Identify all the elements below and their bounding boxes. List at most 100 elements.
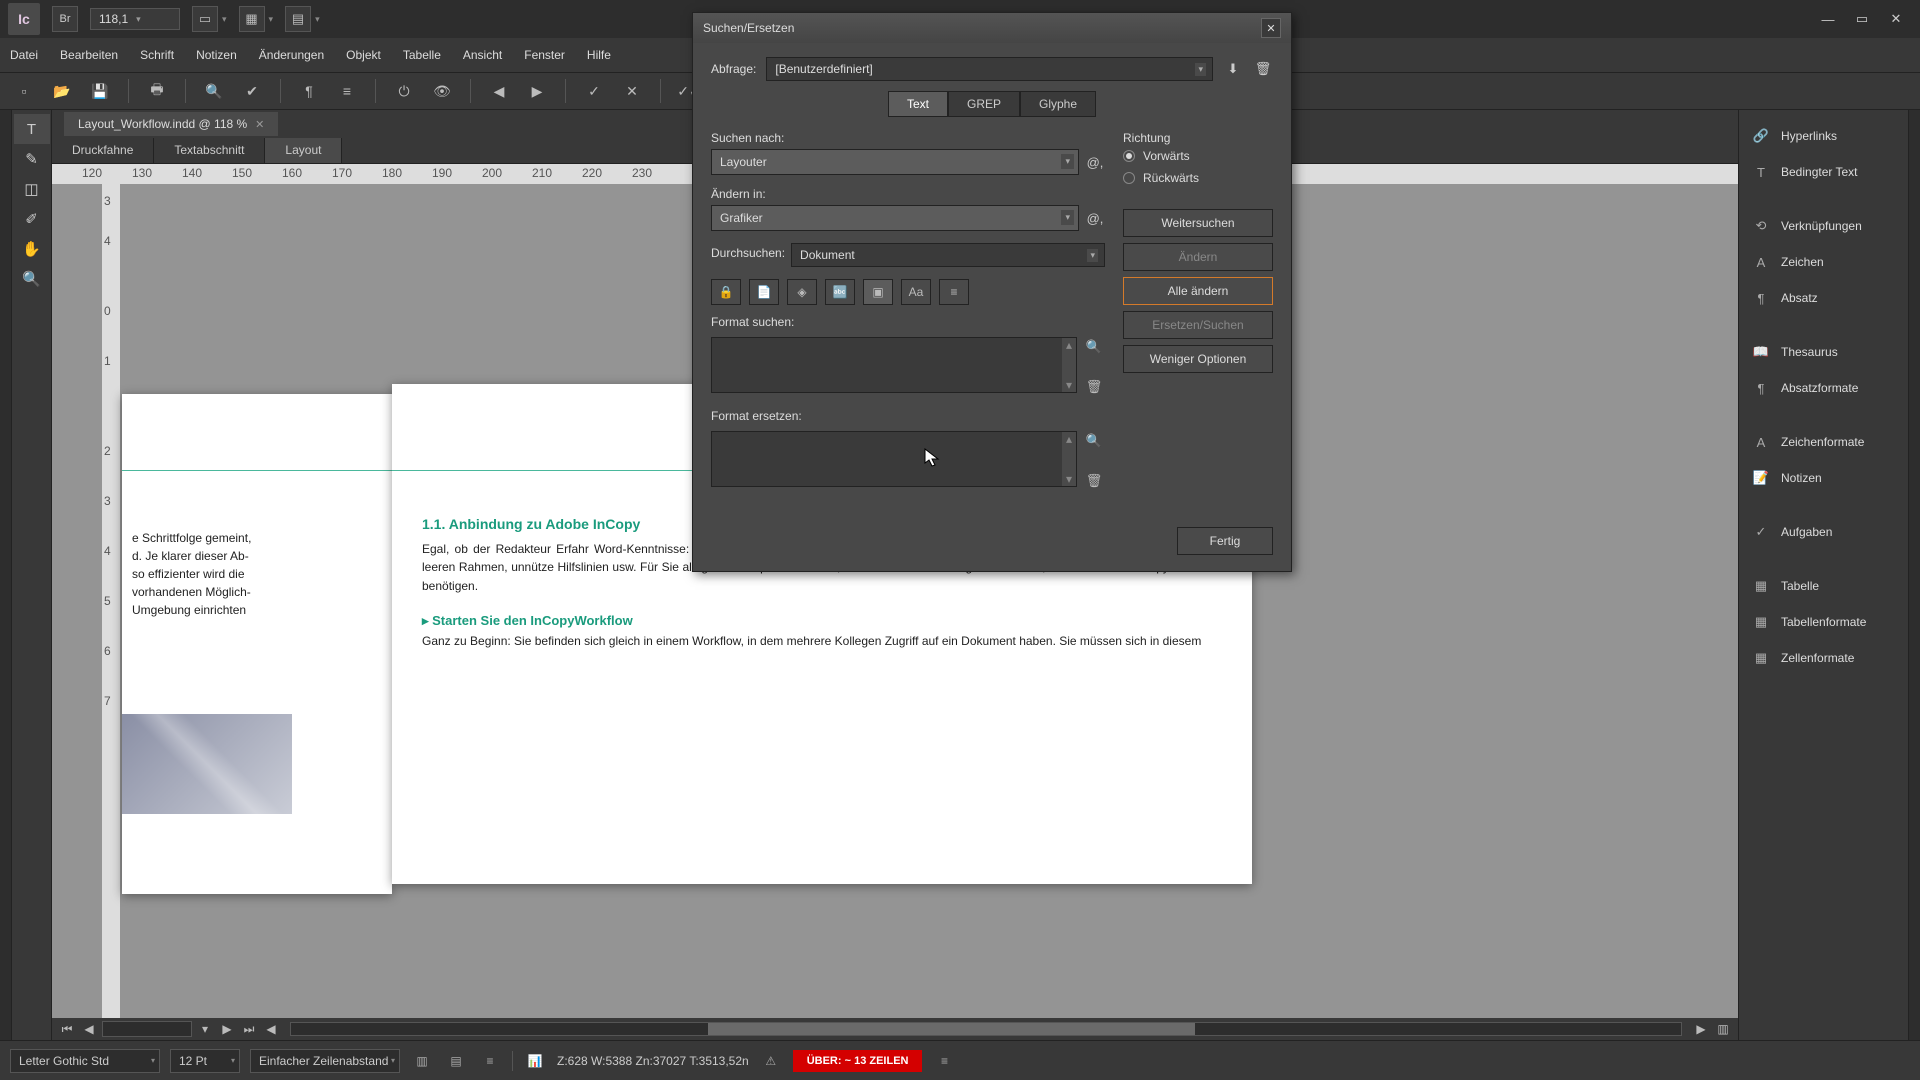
hand-tool-icon[interactable]: ✋ <box>14 234 50 264</box>
left-collapse-strip[interactable] <box>0 110 12 1040</box>
change-all-button[interactable]: Alle ändern <box>1123 277 1273 305</box>
document-tab[interactable]: Layout_Workflow.indd @ 118 % ✕ <box>64 112 278 136</box>
change-special-icon[interactable]: @, <box>1085 211 1105 226</box>
menu-font[interactable]: Schrift <box>140 48 174 62</box>
panel-tabelle[interactable]: ▦Tabelle <box>1739 568 1908 604</box>
overset-indicator-icon[interactable]: ⚠ <box>759 1049 783 1073</box>
horizontal-scrollbar[interactable] <box>290 1022 1682 1036</box>
accept-icon[interactable]: ✓ <box>580 77 608 105</box>
open-icon[interactable]: 📂 <box>48 77 76 105</box>
fewer-options-button[interactable]: Weniger Optionen <box>1123 345 1273 373</box>
panel-zellenformate[interactable]: ▦Zellenformate <box>1739 640 1908 676</box>
align-icon[interactable]: ≡ <box>478 1049 502 1073</box>
change-button[interactable]: Ändern <box>1123 243 1273 271</box>
menu-object[interactable]: Objekt <box>346 48 381 62</box>
hscroll-left-icon[interactable]: ◀ <box>262 1021 280 1037</box>
save-icon[interactable]: 💾 <box>86 77 114 105</box>
view-tab-galley[interactable]: Druckfahne <box>52 138 154 163</box>
font-size-combo[interactable]: 12 Pt <box>170 1049 240 1073</box>
panel-absatzformate[interactable]: ¶Absatzformate <box>1739 370 1908 406</box>
close-window-button[interactable]: ✕ <box>1880 7 1912 31</box>
menu-window[interactable]: Fenster <box>524 48 565 62</box>
menu-view[interactable]: Ansicht <box>463 48 502 62</box>
view-tab-layout[interactable]: Layout <box>265 138 342 163</box>
panel-bedingter text[interactable]: TBedingter Text <box>1739 154 1908 190</box>
maximize-button[interactable]: ▭ <box>1846 7 1878 31</box>
zoom-level-combo[interactable]: 118,1 <box>90 8 180 30</box>
delete-query-icon[interactable]: 🗑 <box>1253 61 1273 77</box>
next-icon[interactable]: ▶ <box>523 77 551 105</box>
direction-backward-radio[interactable]: Rückwärts <box>1123 167 1273 189</box>
tab-text[interactable]: Text <box>888 91 948 117</box>
panel-absatz[interactable]: ¶Absatz <box>1739 280 1908 316</box>
menu-file[interactable]: Datei <box>10 48 38 62</box>
preview-icon[interactable]: 👁 <box>428 77 456 105</box>
next-page-icon[interactable]: ▶ <box>218 1021 236 1037</box>
arrange-icon[interactable]: ▦ <box>239 6 265 32</box>
last-page-icon[interactable]: ⏭ <box>240 1021 258 1037</box>
tab-glyph[interactable]: Glyphe <box>1020 91 1096 117</box>
font-family-combo[interactable]: Letter Gothic Std <box>10 1049 160 1073</box>
page-field[interactable] <box>102 1021 192 1037</box>
leading-combo[interactable]: Einfacher Zeilenabstand <box>250 1049 400 1073</box>
panel-zeichen[interactable]: AZeichen <box>1739 244 1908 280</box>
zoom-tool-icon[interactable]: 🔍 <box>14 264 50 294</box>
include-master-pages-icon[interactable]: 🔤 <box>825 279 855 305</box>
new-icon[interactable]: ▫ <box>10 77 38 105</box>
spellcheck-icon[interactable]: ✔ <box>238 77 266 105</box>
tab-grep[interactable]: GREP <box>948 91 1020 117</box>
change-format-box[interactable]: ▴▾ <box>711 431 1077 487</box>
find-input[interactable]: Layouter <box>711 149 1079 175</box>
bridge-icon[interactable]: Br <box>52 6 78 32</box>
change-input[interactable]: Grafiker <box>711 205 1079 231</box>
hscroll-right-icon[interactable]: ▶ <box>1692 1021 1710 1037</box>
menu-edit[interactable]: Bearbeiten <box>60 48 118 62</box>
panel-tabellenformate[interactable]: ▦Tabellenformate <box>1739 604 1908 640</box>
menu-table[interactable]: Tabelle <box>403 48 441 62</box>
stats-icon[interactable]: 📊 <box>523 1049 547 1073</box>
menu-changes[interactable]: Änderungen <box>259 48 324 62</box>
eyedropper-tool-icon[interactable]: ✐ <box>14 204 50 234</box>
find-special-icon[interactable]: @, <box>1085 155 1105 170</box>
include-locked-layers-icon[interactable]: 🔒 <box>711 279 741 305</box>
panel-hyperlinks[interactable]: 🔗Hyperlinks <box>1739 118 1908 154</box>
include-footnotes-icon[interactable]: ▣ <box>863 279 893 305</box>
note-tool-icon[interactable]: ✎ <box>14 144 50 174</box>
include-hidden-layers-icon[interactable]: ◈ <box>787 279 817 305</box>
whole-word-icon[interactable]: ≡ <box>939 279 969 305</box>
power-icon[interactable]: ⏻ <box>390 77 418 105</box>
view-options-icon[interactable]: ▤ <box>285 6 311 32</box>
show-hidden-icon[interactable]: ¶ <box>295 77 323 105</box>
type-tool-icon[interactable]: T <box>14 114 50 144</box>
menu-help[interactable]: Hilfe <box>587 48 611 62</box>
page-dropdown-icon[interactable]: ▾ <box>196 1021 214 1037</box>
first-page-icon[interactable]: ⏮ <box>58 1021 76 1037</box>
specify-find-format-icon[interactable]: 🔍 <box>1083 337 1105 357</box>
print-icon[interactable]: 🖶 <box>143 77 171 105</box>
menu-notes[interactable]: Notizen <box>196 48 237 62</box>
reject-icon[interactable]: ✕ <box>618 77 646 105</box>
panel-notizen[interactable]: 📝Notizen <box>1739 460 1908 496</box>
position-tool-icon[interactable]: ◫ <box>14 174 50 204</box>
query-combo[interactable]: [Benutzerdefiniert] <box>766 57 1213 81</box>
find-next-button[interactable]: Weitersuchen <box>1123 209 1273 237</box>
status-menu-icon[interactable]: ≡ <box>932 1049 956 1073</box>
search-icon[interactable]: 🔍 <box>200 77 228 105</box>
done-button[interactable]: Fertig <box>1177 527 1273 555</box>
view-tab-story[interactable]: Textabschnitt <box>154 138 265 163</box>
case-sensitive-icon[interactable]: Aa <box>901 279 931 305</box>
clear-change-format-icon[interactable]: 🗑 <box>1083 471 1105 491</box>
panel-thesaurus[interactable]: 📖Thesaurus <box>1739 334 1908 370</box>
panel-verknüpfungen[interactable]: ⟲Verknüpfungen <box>1739 208 1908 244</box>
screen-mode-icon[interactable]: ▭ <box>192 6 218 32</box>
split-view-icon[interactable]: ▥ <box>1714 1021 1732 1037</box>
panel-zeichenformate[interactable]: AZeichenformate <box>1739 424 1908 460</box>
specify-change-format-icon[interactable]: 🔍 <box>1083 431 1105 451</box>
minimize-button[interactable]: — <box>1812 7 1844 31</box>
clear-find-format-icon[interactable]: 🗑 <box>1083 377 1105 397</box>
right-collapse-strip[interactable] <box>1908 110 1920 1040</box>
find-format-box[interactable]: ▴▾ <box>711 337 1077 393</box>
columns-icon[interactable]: ▥ <box>410 1049 434 1073</box>
prev-page-icon[interactable]: ◀ <box>80 1021 98 1037</box>
dialog-close-icon[interactable]: ✕ <box>1261 18 1281 38</box>
